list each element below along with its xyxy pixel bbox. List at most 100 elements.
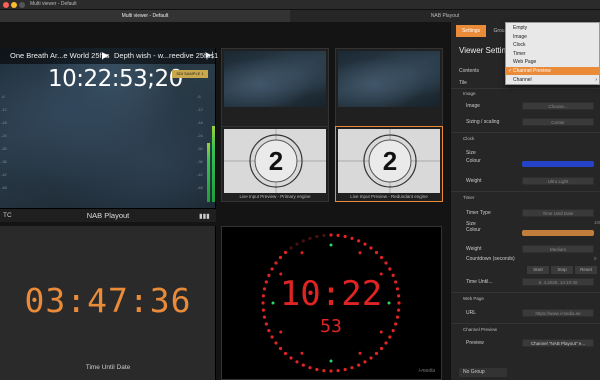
timer-colour-swatch[interactable] — [522, 230, 594, 236]
second-dot — [374, 351, 379, 356]
audio-meter-icon[interactable]: ▮▮▮ — [199, 212, 210, 220]
start-button[interactable]: Start — [527, 266, 549, 274]
second-dot — [379, 346, 384, 351]
sizing-label: Sizing / scaling — [466, 119, 500, 125]
timer-type-label: Timer Type — [466, 210, 491, 216]
title-bar: Multi viewer - Default — [0, 0, 600, 10]
tab-bar: Multi viewer - Default NAB Playout — [0, 10, 600, 22]
studio-clock-face: 10:22 53 — [261, 233, 401, 373]
tile-label: Live Input Preview - Redundant engine — [350, 194, 428, 199]
meter-tick: -42 — [197, 172, 203, 177]
meter-tick: -42 — [1, 172, 7, 177]
menu-item-label: Clock — [513, 42, 526, 49]
second-dot — [336, 233, 340, 237]
second-dot — [394, 280, 398, 284]
second-dot — [289, 356, 293, 360]
second-dot — [262, 315, 267, 319]
url-input[interactable]: https://www.i-media.se — [522, 309, 594, 317]
preview-select[interactable]: Channel "NAB Playout" e... — [522, 339, 594, 347]
current-clip-label: One Breath Ar...e World 25fps — [10, 51, 110, 60]
meter-tick: -24 — [197, 133, 203, 138]
second-dot — [369, 356, 373, 360]
checkmark-icon: ✓ — [508, 68, 513, 74]
clock-colour-swatch[interactable] — [522, 161, 594, 167]
countdown-seconds-value[interactable]: 0 — [594, 256, 597, 261]
countdown-label: Time Until Date — [85, 364, 131, 371]
menu-item-label: Empty — [513, 25, 528, 31]
menu-item-label: Web Page — [513, 59, 537, 66]
meter-tick: -18 — [197, 120, 203, 125]
second-dot — [308, 366, 312, 370]
stop-button[interactable]: Stop — [551, 266, 573, 274]
reset-button[interactable]: Reset — [575, 266, 597, 274]
menu-item-clock[interactable]: Clock — [506, 41, 600, 49]
second-dot — [267, 329, 271, 333]
url-label: URL — [466, 310, 477, 316]
hour-dot — [387, 301, 391, 305]
second-dot — [391, 273, 395, 277]
channel-section-title: Channel Preview — [463, 327, 498, 332]
web-section-title: Web Page — [463, 296, 484, 301]
second-dot — [329, 369, 333, 373]
clock-seconds: 53 — [320, 316, 342, 337]
choose-image-button[interactable]: Choose... — [522, 102, 594, 110]
minimize-window-button[interactable] — [11, 2, 17, 8]
second-dot — [395, 315, 400, 319]
menu-item-channel[interactable]: Channel › — [506, 76, 600, 84]
meter-tick: -12 — [197, 107, 203, 112]
tab-multi-viewer[interactable]: Multi viewer - Default — [0, 10, 290, 22]
image-section-title: Image — [463, 91, 476, 96]
divider — [451, 292, 600, 293]
weight-select[interactable]: Ultra Light — [522, 177, 594, 185]
menu-item-channel-preview[interactable]: ✓ Channel Preview — [506, 67, 600, 75]
meter-level-bar — [212, 126, 215, 202]
second-dot — [274, 261, 278, 265]
submenu-arrow-icon: › — [595, 76, 597, 83]
timer-type-select[interactable]: Time Until Date — [522, 209, 594, 217]
close-window-button[interactable] — [3, 2, 9, 8]
group-select[interactable]: No Group — [459, 368, 507, 377]
menu-item-image[interactable]: Image — [506, 33, 600, 41]
second-dot — [350, 236, 354, 240]
tile-live-redundant[interactable]: 2 Live Input Preview - Redundant engine — [335, 126, 443, 202]
meter-tick: -30 — [197, 146, 203, 151]
second-dot — [397, 308, 401, 312]
menu-item-timer[interactable]: Timer — [506, 50, 600, 58]
second-dot — [350, 366, 354, 370]
hour-dot — [300, 251, 304, 255]
second-dot — [388, 335, 392, 339]
countdown-leader-image: 2 — [224, 129, 326, 193]
second-dot — [369, 246, 373, 250]
menu-item-label: Channel — [513, 76, 532, 83]
maximize-window-button[interactable] — [19, 2, 25, 8]
timer-size-value[interactable]: 100 — [594, 220, 600, 225]
second-dot — [289, 246, 293, 250]
video-header: One Breath Ar...e World 25fps ▶ Depth wi… — [0, 48, 219, 64]
hour-dot — [379, 330, 383, 334]
menu-item-web-page[interactable]: Web Page — [506, 58, 600, 66]
second-dot — [315, 234, 319, 239]
tab-settings[interactable]: Settings — [456, 25, 486, 37]
next-clip-label: Depth wish - w...reedive 25fps1 — [114, 51, 219, 60]
tab-nab-playout[interactable]: NAB Playout — [290, 10, 600, 22]
time-until-input[interactable]: 5. 4.2026, 14:10:30 — [522, 278, 594, 286]
play-icon[interactable]: ▶ — [102, 50, 109, 61]
time-until-date-tile[interactable]: 03:47:36 Time Until Date — [0, 226, 216, 380]
timer-weight-select[interactable]: Medium — [522, 245, 594, 253]
source-badge: SDI SAMPLE 1 — [172, 70, 208, 78]
meter-tick: -48 — [1, 185, 7, 190]
skip-next-icon[interactable]: ▶| — [206, 51, 213, 59]
meter-tick: -24 — [1, 133, 7, 138]
brand-logo: i-media — [418, 368, 435, 374]
second-dot — [315, 367, 319, 372]
meter-tick: -30 — [1, 146, 7, 151]
menu-item-empty[interactable]: Empty — [506, 24, 600, 32]
second-dot — [278, 255, 283, 260]
studio-clock-tile[interactable]: 10:22 53 i-media — [221, 226, 442, 380]
sizing-select[interactable]: Center — [522, 118, 594, 126]
audio-meter-left: -6 -12 -18 -24 -30 -36 -42 -48 — [0, 90, 8, 202]
tile-live-primary[interactable]: 2 Live Input Preview - Primary engine — [221, 126, 329, 202]
second-dot — [264, 322, 268, 326]
hour-dot — [379, 272, 383, 276]
meter-tick: -6 — [1, 94, 5, 99]
